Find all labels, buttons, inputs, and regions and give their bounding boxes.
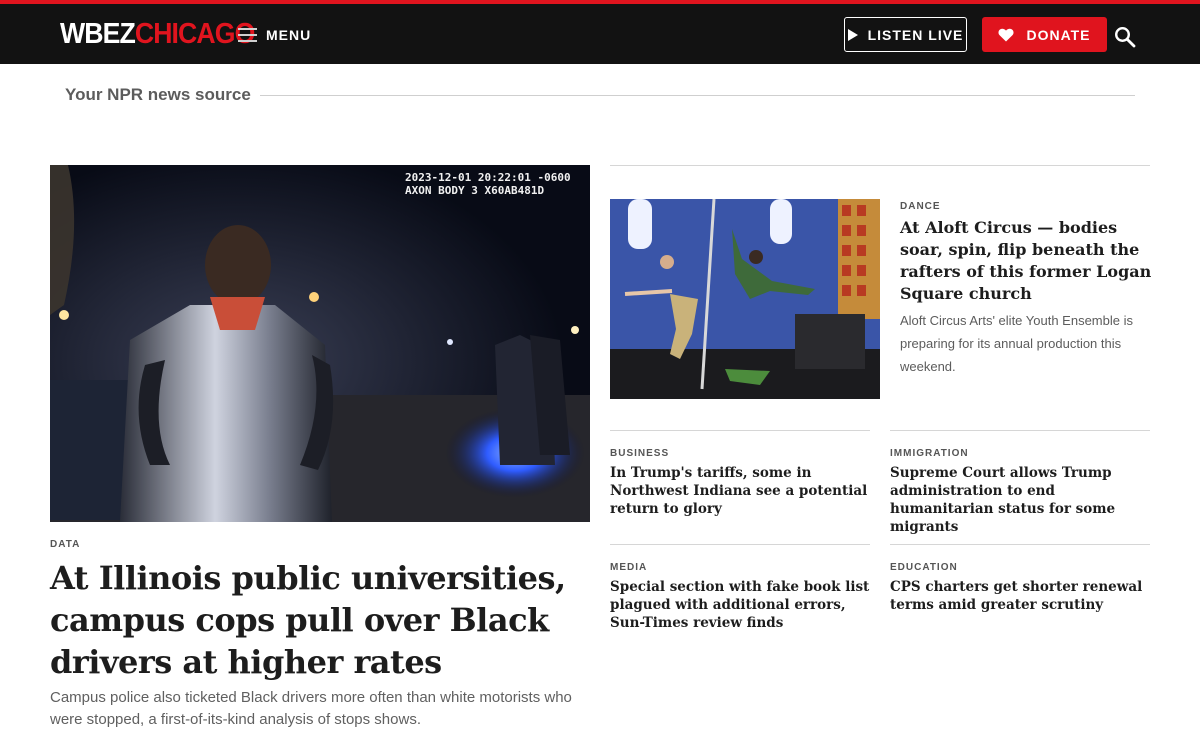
story-headline[interactable]: CPS charters get shorter renewal terms a…: [890, 578, 1150, 614]
hamburger-icon: [238, 28, 257, 42]
story-card[interactable]: BUSINESS In Trump's tariffs, some in Nor…: [610, 430, 870, 518]
tagline-row: Your NPR news source: [65, 84, 1135, 106]
site-header: WBEZCHICAGO MENU LISTEN LIVE DONATE: [0, 0, 1200, 64]
story-headline[interactable]: Special section with fake book list plag…: [610, 578, 870, 632]
story-card[interactable]: MEDIA Special section with fake book lis…: [610, 544, 870, 632]
hero-image[interactable]: 2023-12-01 20:22:01 -0600 AXON BODY 3 X6…: [50, 165, 590, 522]
story-headline[interactable]: Supreme Court allows Trump administratio…: [890, 464, 1150, 536]
wbez-chicago-logo[interactable]: WBEZCHICAGO: [60, 17, 255, 51]
hero-summary: Campus police also ticketed Black driver…: [50, 689, 572, 728]
tagline: Your NPR news source: [65, 85, 251, 104]
search-icon[interactable]: [1114, 26, 1136, 48]
hero-kicker[interactable]: DATA: [50, 539, 80, 550]
story-card[interactable]: EDUCATION CPS charters get shorter renew…: [890, 544, 1150, 614]
donate-label: DONATE: [1026, 26, 1091, 43]
feature-summary: Aloft Circus Arts' elite Youth Ensemble …: [900, 313, 1133, 374]
story-kicker[interactable]: MEDIA: [610, 562, 870, 574]
tagline-divider: [259, 94, 1135, 96]
story-headline[interactable]: In Trump's tariffs, some in Northwest In…: [610, 464, 870, 518]
menu-button[interactable]: MENU: [238, 22, 311, 48]
play-icon: [847, 28, 858, 41]
story-kicker[interactable]: IMMIGRATION: [890, 448, 1150, 460]
feature-kicker[interactable]: DANCE: [900, 201, 941, 212]
heart-icon: [998, 28, 1014, 41]
logo-wbez-text: WBEZ: [60, 18, 136, 50]
listen-live-button[interactable]: LISTEN LIVE: [844, 17, 967, 52]
story-kicker[interactable]: BUSINESS: [610, 448, 870, 460]
story-card[interactable]: IMMIGRATION Supreme Court allows Trump a…: [890, 430, 1150, 536]
bodycam-timestamp: 2023-12-01 20:22:01 -0600 AXON BODY 3 X6…: [405, 171, 571, 197]
donate-button[interactable]: DONATE: [982, 17, 1107, 52]
feature-headline[interactable]: At Aloft Circus — bodies soar, spin, fli…: [900, 217, 1152, 305]
dance-feature-image[interactable]: [610, 199, 880, 399]
hero-headline[interactable]: At Illinois public universities, campus …: [50, 557, 590, 683]
right-column-divider: [610, 165, 1150, 166]
menu-label: MENU: [266, 27, 312, 43]
listen-live-label: LISTEN LIVE: [867, 26, 964, 43]
logo-chicago-text: CHICAGO: [134, 18, 255, 50]
story-kicker[interactable]: EDUCATION: [890, 562, 1150, 574]
